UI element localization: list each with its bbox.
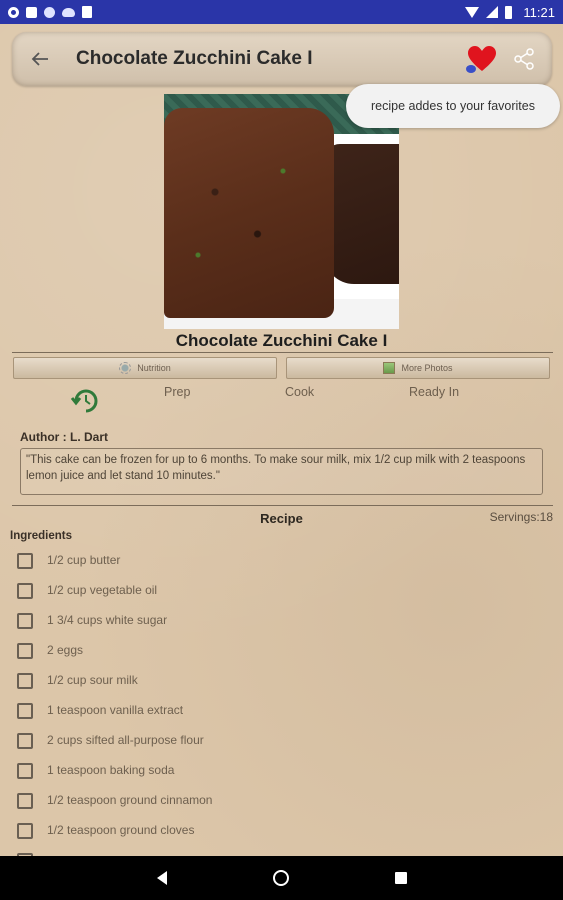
ingredient-row [0, 846, 563, 856]
ingredient-checkbox[interactable] [17, 793, 33, 809]
ingredient-checkbox[interactable] [17, 733, 33, 749]
photo-cake-slice-front [164, 108, 334, 318]
gear-icon [8, 6, 19, 18]
recipe-photo[interactable] [164, 94, 399, 329]
ingredient-row: 1 3/4 cups white sugar [0, 606, 563, 636]
ingredient-text: 1 3/4 cups white sugar [47, 613, 168, 627]
favorites-toast: recipe addes to your favorites [346, 84, 560, 128]
ingredient-row: 2 cups sifted all-purpose flour [0, 726, 563, 756]
ingredient-text: 2 cups sifted all-purpose flour [47, 733, 204, 747]
photos-icon [383, 362, 396, 374]
ingredient-text: 1/2 cup vegetable oil [47, 583, 158, 597]
ready-in-label: Ready In [409, 385, 460, 399]
clock-refresh-icon [70, 389, 98, 413]
ingredient-row: 1/2 teaspoon ground cinnamon [0, 786, 563, 816]
a-icon [26, 6, 37, 18]
ingredient-text: 1 teaspoon baking soda [47, 763, 175, 777]
ingredient-checkbox[interactable] [17, 553, 33, 569]
ingredient-text: 1 teaspoon vanilla extract [47, 703, 184, 717]
status-left [8, 6, 92, 18]
ingredient-row: 2 eggs [0, 636, 563, 666]
ingredient-checkbox[interactable] [17, 643, 33, 659]
recipe-title: Chocolate Zucchini Cake I [175, 331, 388, 350]
toolbar-title: Chocolate Zucchini Cake I [76, 48, 313, 69]
ingredient-row: 1/2 teaspoon ground cloves [0, 816, 563, 846]
toolbar: Chocolate Zucchini Cake I [12, 32, 552, 86]
circle-icon [44, 6, 55, 18]
recipe-description: "This cake can be frozen for up to 6 mon… [20, 448, 543, 495]
nutrition-icon [119, 362, 132, 374]
status-bar: 11:21 [0, 0, 563, 24]
status-time: 11:21 [523, 4, 555, 20]
cloud-icon [62, 7, 75, 17]
ingredient-text: 1/2 teaspoon ground cloves [47, 823, 195, 837]
divider [12, 505, 553, 506]
recipe-heading: Recipe [260, 511, 303, 526]
ingredient-checkbox[interactable] [17, 823, 33, 839]
navigation-bar [0, 856, 563, 900]
ingredient-row: 1 teaspoon vanilla extract [0, 696, 563, 726]
photo-cake-slice-back [324, 144, 399, 284]
status-right: 11:21 [465, 5, 555, 20]
nav-home-icon[interactable] [272, 870, 289, 886]
signal-icon [486, 6, 499, 18]
wifi-icon [465, 6, 480, 18]
ingredients-heading: Ingredients [10, 530, 72, 542]
nav-back-icon[interactable] [156, 871, 167, 885]
ingredient-checkbox[interactable] [17, 673, 33, 689]
more-photos-button[interactable]: More Photos [286, 357, 550, 379]
ingredient-row: 1 teaspoon baking soda [0, 756, 563, 786]
ingredient-checkbox[interactable] [17, 763, 33, 779]
ingredient-row: 1/2 cup butter [0, 546, 563, 576]
share-button[interactable] [502, 37, 546, 81]
ingredient-row: 1/2 cup vegetable oil [0, 576, 563, 606]
more-photos-label: More Photos [401, 363, 453, 373]
nutrition-label: Nutrition [137, 363, 171, 373]
nutrition-button[interactable]: Nutrition [13, 357, 277, 379]
favorite-badge-icon [466, 65, 476, 73]
ingredient-row: 1/2 cup sour milk [0, 666, 563, 696]
divider [12, 352, 553, 353]
ingredient-checkbox[interactable] [17, 703, 33, 719]
nav-recent-icon[interactable] [394, 872, 407, 884]
recipe-page: Chocolate Zucchini Cake I recipe addes t… [0, 24, 563, 856]
ingredient-list: 1/2 cup butter 1/2 cup vegetable oil 1 3… [0, 546, 563, 856]
share-icon [514, 48, 534, 70]
ingredient-text: 1/2 teaspoon ground cinnamon [47, 793, 213, 807]
servings-label: Servings:18 [489, 510, 553, 524]
back-button[interactable] [18, 37, 62, 81]
ingredient-text: 1/2 cup butter [47, 553, 121, 567]
ingredient-text: 1/2 cup sour milk [47, 673, 138, 687]
ingredient-text: 2 eggs [47, 643, 84, 657]
cook-label: Cook [285, 385, 315, 399]
author-label: Author : L. Dart [20, 430, 108, 444]
favorite-button[interactable] [462, 39, 502, 79]
prep-label: Prep [164, 385, 191, 399]
ingredient-checkbox[interactable] [17, 583, 33, 599]
battery-icon [505, 5, 513, 19]
sd-card-icon [82, 6, 92, 18]
ingredient-checkbox[interactable] [17, 613, 33, 629]
arrow-left-icon [31, 52, 48, 66]
